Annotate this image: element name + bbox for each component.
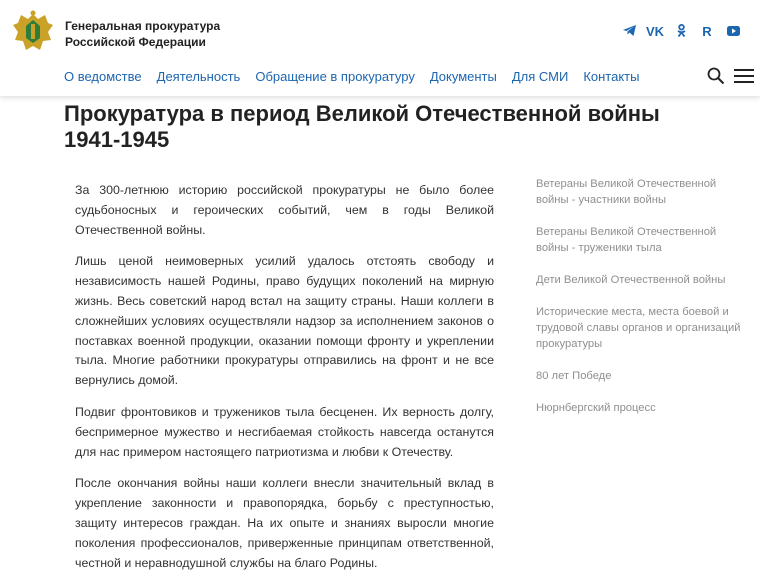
sidebar-link-veterans-home-front[interactable]: Ветераны Великой Отечественной войны - т… — [536, 224, 741, 256]
article-paragraph: Лишь ценой неимоверных усилий удалось от… — [75, 254, 494, 388]
menu-icon[interactable] — [734, 69, 754, 84]
sidebar-link-veterans-participants[interactable]: Ветераны Великой Отечественной войны - у… — [536, 176, 741, 208]
sidebar-link-80-years[interactable]: 80 лет Победе — [536, 368, 741, 384]
nav-item-documents[interactable]: Документы — [430, 69, 497, 84]
page-title: Прокуратура в период Великой Отечественн… — [64, 101, 660, 152]
article-paragraph: За 300-летнюю историю российской прокура… — [75, 183, 494, 237]
main-navigation: О ведомстве Деятельность Обращение в про… — [64, 69, 654, 84]
coat-of-arms-logo[interactable] — [12, 10, 54, 56]
article-body: За 300-летнюю историю российской прокура… — [75, 181, 494, 585]
nav-item-about[interactable]: О ведомстве — [64, 69, 142, 84]
nav-item-contacts[interactable]: Контакты — [583, 69, 639, 84]
sidebar-link-war-children[interactable]: Дети Великой Отечественной войны — [536, 272, 741, 288]
social-links: VK R — [616, 24, 746, 40]
article-paragraph: После окончания войны наши коллеги внесл… — [75, 476, 494, 570]
sidebar-link-historical-places[interactable]: Исторические места, места боевой и трудо… — [536, 304, 741, 352]
ok-icon[interactable] — [668, 24, 694, 40]
org-name-line2: Российской Федерации — [65, 35, 206, 49]
org-name-line1: Генеральная прокуратура — [65, 19, 221, 33]
search-icon[interactable] — [707, 67, 725, 85]
vk-icon[interactable]: VK — [642, 24, 668, 40]
nav-item-appeal[interactable]: Обращение в прокуратуру — [255, 69, 415, 84]
sidebar-link-nuremberg[interactable]: Нюрнбергский процесс — [536, 400, 741, 416]
nav-item-media[interactable]: Для СМИ — [512, 69, 568, 84]
organization-name[interactable]: Генеральная прокуратура Российской Федер… — [65, 18, 220, 50]
youtube-icon[interactable] — [720, 24, 746, 40]
telegram-icon[interactable] — [616, 24, 642, 40]
article-paragraph: Подвиг фронтовиков и тружеников тыла бес… — [75, 404, 494, 459]
rutube-icon[interactable]: R — [694, 24, 720, 40]
nav-item-activity[interactable]: Деятельность — [157, 69, 241, 84]
sidebar-menu: Ветераны Великой Отечественной войны - у… — [536, 176, 741, 432]
site-header: Генеральная прокуратура Российской Федер… — [0, 0, 760, 96]
